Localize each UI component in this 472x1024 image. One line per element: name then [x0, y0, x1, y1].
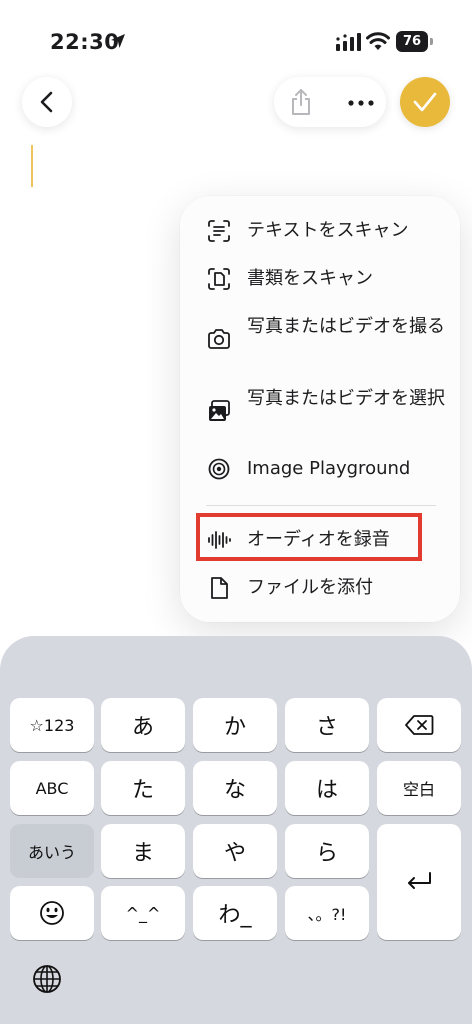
key-numbers[interactable]: ☆123 — [10, 698, 94, 752]
key-label: あ — [131, 715, 154, 740]
key-kaomoji[interactable]: ^_^ — [101, 886, 185, 940]
key-label: は — [315, 778, 338, 803]
key-label: さ — [315, 715, 338, 740]
key-na[interactable]: な — [193, 761, 277, 815]
photo-library-icon — [209, 400, 230, 421]
wifi-icon — [366, 32, 390, 50]
key-label: た — [131, 778, 154, 803]
globe-icon[interactable] — [32, 964, 62, 994]
key-abc[interactable]: ABC — [10, 761, 94, 815]
key-label: ABC — [35, 778, 69, 798]
key-aiu[interactable]: あいう — [10, 824, 94, 878]
key-label: 、。?! — [307, 905, 347, 924]
key-punctuation[interactable]: 、。?! — [285, 886, 369, 940]
key-ta[interactable]: た — [101, 761, 185, 815]
checkmark-icon — [413, 92, 437, 112]
status-bar: 22:30 76 — [0, 0, 472, 88]
key-label: や — [223, 841, 246, 866]
done-button[interactable] — [400, 77, 450, 127]
emoji-icon — [40, 901, 64, 925]
back-button[interactable] — [22, 77, 72, 127]
menu-item-attach-file[interactable]: ファイルを添付 — [180, 575, 460, 601]
menu-item-choose-photo[interactable]: 写真またはビデオを選択 — [180, 386, 460, 438]
key-label: 空白 — [402, 780, 435, 799]
key-emoji[interactable] — [10, 886, 94, 940]
key-a[interactable]: あ — [101, 698, 185, 752]
menu-item-label: 写真またはビデオを撮る — [247, 316, 445, 337]
key-wa[interactable]: わ_ — [193, 886, 277, 940]
menu-item-label: 書類をスキャン — [247, 268, 373, 289]
screen: 22:30 76 テキストをスキャン 書類をスキャン 写真またはビデオを撮る 写… — [0, 0, 472, 1024]
key-label: ま — [131, 841, 154, 866]
scan-text-icon — [208, 220, 230, 242]
menu-item-image-playground[interactable]: Image Playground — [180, 456, 460, 482]
camera-icon — [208, 329, 230, 349]
key-return[interactable] — [377, 824, 461, 940]
back-chevron-icon — [40, 91, 53, 113]
keyboard: ☆123 あ か さ ABC た な は 空白 あいう ま や ら ^_^ わ_… — [0, 636, 472, 1024]
more-icon[interactable] — [348, 100, 374, 106]
menu-item-take-photo[interactable]: 写真またはビデオを撮る — [180, 314, 460, 366]
key-label: わ_ — [218, 903, 252, 928]
battery-level: 76 — [396, 31, 428, 52]
share-icon[interactable] — [288, 88, 314, 116]
menu-item-label: ファイルを添付 — [247, 577, 373, 598]
menu-divider — [206, 505, 436, 506]
document-icon — [211, 577, 228, 599]
key-ma[interactable]: ま — [101, 824, 185, 878]
menu-item-scan-document[interactable]: 書類をスキャン — [180, 266, 460, 292]
key-label: ☆123 — [29, 715, 75, 735]
delete-icon — [405, 715, 434, 735]
key-label: ^_^ — [125, 903, 161, 923]
menu-item-label: Image Playground — [247, 458, 411, 479]
key-ha[interactable]: は — [285, 761, 369, 815]
text-cursor — [31, 145, 33, 187]
key-ya[interactable]: や — [193, 824, 277, 878]
key-label: か — [223, 715, 246, 740]
key-label: あいう — [27, 843, 76, 862]
key-space[interactable]: 空白 — [377, 761, 461, 815]
key-delete[interactable] — [377, 698, 461, 752]
image-playground-icon — [208, 458, 230, 480]
highlight-annotation — [196, 513, 422, 561]
key-sa[interactable]: さ — [285, 698, 369, 752]
menu-item-label: 写真またはビデオを選択 — [247, 388, 445, 409]
signal-icon — [336, 33, 361, 51]
status-time: 22:30 — [50, 30, 120, 54]
key-label: な — [223, 778, 246, 803]
key-label: ら — [315, 841, 338, 866]
menu-item-scan-text[interactable]: テキストをスキャン — [180, 218, 460, 244]
battery-cap — [430, 38, 433, 45]
key-ra[interactable]: ら — [285, 824, 369, 878]
location-arrow-icon — [111, 34, 125, 48]
scan-document-icon — [208, 268, 230, 290]
menu-item-label: テキストをスキャン — [247, 220, 409, 241]
return-icon — [408, 872, 431, 889]
key-ka[interactable]: か — [193, 698, 277, 752]
battery-icon: 76 — [396, 31, 434, 52]
action-pill — [274, 77, 386, 127]
